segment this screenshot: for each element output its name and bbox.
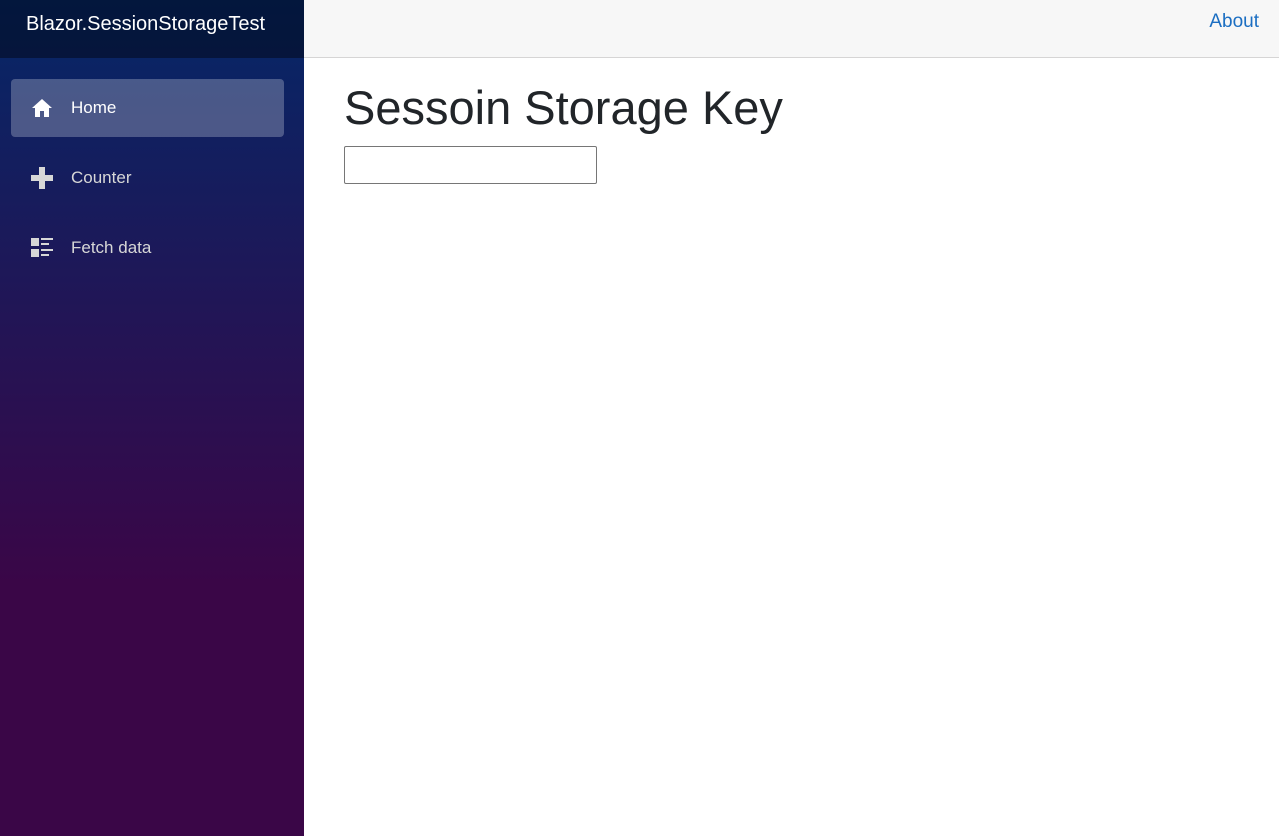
brand-link[interactable]: Blazor.SessionStorageTest [26, 13, 265, 36]
session-storage-key-input[interactable] [344, 145, 597, 184]
app-root: Blazor.SessionStorageTest Home Counter F… [0, 0, 1279, 836]
sidebar-item-label: Counter [71, 168, 132, 187]
sidebar-item-home[interactable]: Home [11, 79, 284, 137]
sidebar: Blazor.SessionStorageTest Home Counter F… [0, 0, 304, 836]
brand-row: Blazor.SessionStorageTest [0, 0, 304, 58]
page-title: Sessoin Storage Key [344, 81, 783, 134]
sidebar-item-label: Home [71, 98, 117, 117]
list-rich-icon [30, 236, 54, 260]
sidebar-item-label: Fetch data [71, 238, 152, 257]
plus-icon [30, 166, 54, 190]
sidebar-item-fetch-data[interactable]: Fetch data [11, 219, 284, 277]
home-icon [30, 96, 54, 120]
top-row: About [304, 0, 1279, 58]
sidebar-item-counter[interactable]: Counter [11, 149, 284, 207]
main-area: About Sessoin Storage Key [304, 0, 1279, 836]
nav-menu: Home Counter Fetch data [0, 58, 304, 277]
about-link[interactable]: About [1209, 11, 1259, 33]
content: Sessoin Storage Key [304, 58, 1279, 184]
